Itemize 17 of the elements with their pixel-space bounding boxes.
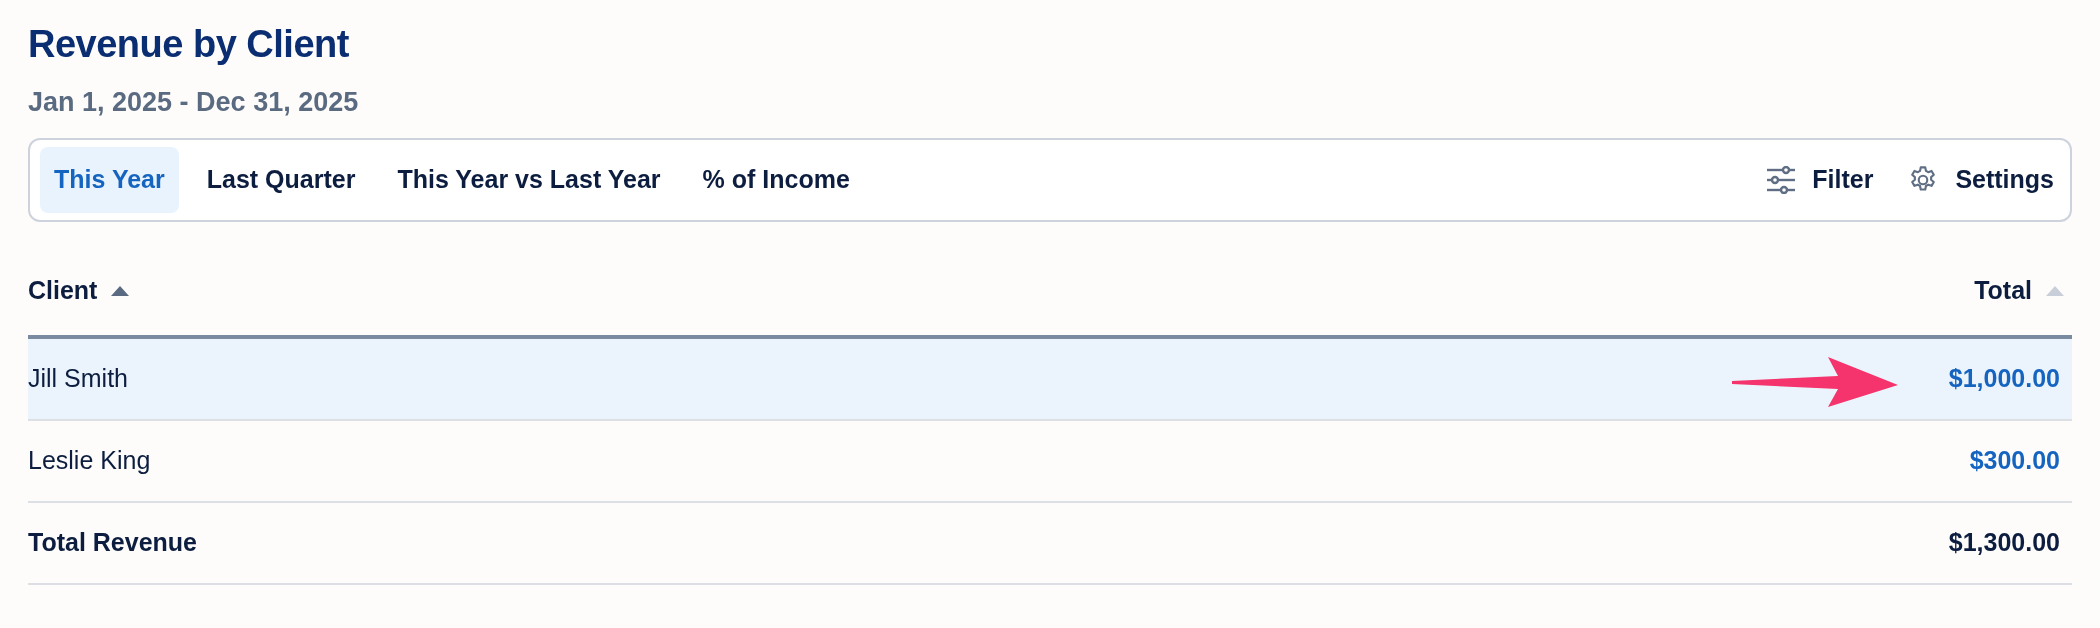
tab[interactable]: This Year vs Last Year bbox=[383, 147, 675, 213]
settings-button[interactable]: Settings bbox=[1901, 153, 2060, 207]
sliders-icon bbox=[1766, 166, 1797, 195]
total-label: Total Revenue bbox=[28, 527, 198, 559]
amount-link[interactable]: $300.00 bbox=[1969, 442, 2060, 480]
date-range: Jan 1, 2025 - Dec 31, 2025 bbox=[28, 85, 360, 119]
client-name: Jill Smith bbox=[28, 363, 128, 395]
tab[interactable]: This Year bbox=[40, 147, 179, 213]
filter-button[interactable]: Filter bbox=[1760, 153, 1880, 207]
column-header[interactable]: Total bbox=[1974, 271, 2064, 310]
report-title: Revenue by Client bbox=[28, 22, 350, 67]
tab[interactable]: % of Income bbox=[688, 147, 864, 213]
client-name: Leslie King bbox=[28, 445, 151, 477]
column-header[interactable]: Client bbox=[28, 271, 130, 310]
tab[interactable]: Last Quarter bbox=[192, 147, 370, 213]
amount-link[interactable]: $1,000.00 bbox=[1948, 360, 2060, 398]
total-amount: $1,300.00 bbox=[1948, 527, 2060, 559]
